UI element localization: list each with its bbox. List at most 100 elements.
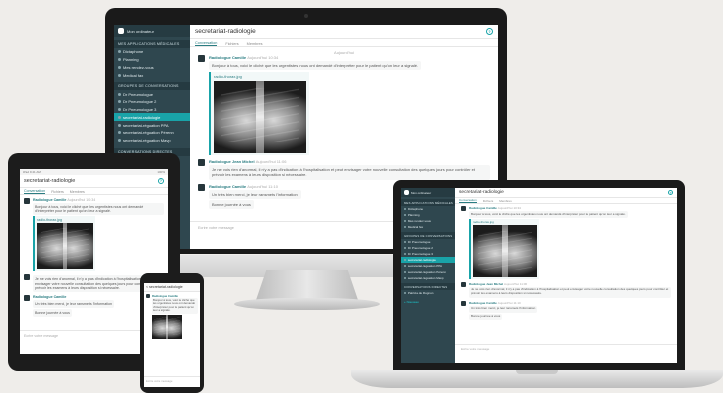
message: Radiologue Camille Aujourd'hui 10:34 Bon… xyxy=(198,55,490,156)
sidebar-item-active[interactable]: secretariat-radiologie xyxy=(114,113,190,122)
message-time: Aujourd'hui 10:34 xyxy=(497,206,521,210)
sidebar-item[interactable]: Medical fax xyxy=(114,71,190,79)
message: Radiologue Jean Michel Aujourd'hui 11:06… xyxy=(461,281,671,298)
channel-title: secretariat-radiologie xyxy=(24,178,76,184)
message-author[interactable]: Radiologue Jean Michel xyxy=(209,159,255,164)
tab-members[interactable]: Membres xyxy=(247,42,263,46)
message-author[interactable]: Radiologue Camille xyxy=(33,295,66,299)
hash-icon xyxy=(118,115,121,119)
message-author[interactable]: Radiologue Camille xyxy=(469,206,497,210)
attachment-filename[interactable]: radio-thorax.jpg xyxy=(37,218,93,222)
sidebar-item[interactable]: Dr Pneumologue xyxy=(114,90,190,98)
camera-dot xyxy=(304,14,308,18)
message: Radiologue Camille Aujourd'hui 11:10 Un … xyxy=(461,300,671,321)
main-panel: secretariat-radiologie ? Conversation Fi… xyxy=(455,188,677,363)
attachment-card[interactable]: radio-thorax.jpg xyxy=(469,218,539,279)
message-text: Un très bien merci, je leur ransmets l'i… xyxy=(33,300,114,309)
message-text: Bonjour à tous, voici le cliché que les … xyxy=(33,203,164,216)
tab-files[interactable]: Fichiers xyxy=(225,42,238,46)
message-composer[interactable]: Ecrire votre message xyxy=(455,344,677,353)
user-status-icon xyxy=(404,291,407,295)
sidebar-item[interactable]: Dictaphone xyxy=(114,48,190,56)
sidebar-section-title: Mes applications médicales xyxy=(114,40,190,48)
chest-xray-image[interactable] xyxy=(152,314,182,339)
sidebar-item[interactable]: secretariat-réguation Mavp xyxy=(114,137,190,145)
hash-icon xyxy=(404,252,407,256)
tab-conversation[interactable]: Conversation xyxy=(459,198,477,203)
sidebar-logo-text: Mon ordinateur xyxy=(127,28,154,34)
sidebar-item[interactable]: secretariat-réguation Pérenn xyxy=(114,129,190,137)
message-text: Bonne journée à vous xyxy=(469,313,503,321)
attachment-filename[interactable]: radio-thorax.jpg xyxy=(473,220,537,224)
hash-icon xyxy=(118,108,121,112)
tab-conversation[interactable]: Conversation xyxy=(24,189,46,194)
message-author[interactable]: Radiologue Jean Michel xyxy=(469,282,503,286)
sidebar-section-title: Groupes de conversations xyxy=(401,232,455,239)
status-right: 100% xyxy=(157,170,165,174)
sidebar-logo-text: Mon ordinateur xyxy=(411,190,432,195)
message-time: Aujourd'hui 11:10 xyxy=(247,183,278,189)
tab-members[interactable]: Membres xyxy=(499,199,512,203)
monitor-foot xyxy=(234,298,380,310)
chest-xray-image[interactable] xyxy=(37,223,93,270)
tab-files[interactable]: Fichiers xyxy=(483,199,494,203)
hash-icon xyxy=(118,139,121,143)
sidebar-item[interactable]: Dr Pneumologue 2 xyxy=(114,98,190,106)
sidebar-item[interactable]: Planning xyxy=(114,56,190,64)
sidebar-header[interactable]: Mon ordinateur xyxy=(401,188,455,197)
chest-xray-image[interactable] xyxy=(473,225,537,278)
monitor-stand xyxy=(256,270,358,300)
tab-members[interactable]: Membres xyxy=(70,190,85,194)
message-author[interactable]: Radiologue Camille xyxy=(33,198,66,202)
message-composer[interactable]: Ecrire votre message xyxy=(144,376,200,385)
message-time: Aujourd'hui 11:06 xyxy=(255,159,287,165)
new-conversation-button[interactable]: + Nouveau xyxy=(401,299,455,305)
message-text: Je ne vois rien d'anormal, il n'y a pas … xyxy=(469,286,671,298)
app-icon xyxy=(118,65,121,69)
tab-files[interactable]: Fichiers xyxy=(51,190,64,194)
avatar xyxy=(461,206,466,211)
help-icon[interactable]: ? xyxy=(668,190,673,195)
hash-icon xyxy=(404,240,407,244)
message: Radiologue Camille Bonjour à tous, voici… xyxy=(146,294,198,339)
avatar xyxy=(461,300,466,306)
help-icon[interactable]: ? xyxy=(486,28,493,35)
channel-header: secretariat-radiologie ? xyxy=(20,175,168,188)
sidebar-header[interactable]: Mon ordinateur xyxy=(114,25,190,37)
message-time: Aujourd'hui 11:06 xyxy=(504,281,528,286)
message-author[interactable]: Radiologue Camille xyxy=(469,301,497,305)
attachment-card[interactable]: radio-thorax.jpg xyxy=(33,216,95,272)
hash-icon xyxy=(404,270,407,274)
chest-xray-image[interactable] xyxy=(214,81,306,154)
hash-icon xyxy=(118,100,121,104)
message-text: Je ne vois rien d'anormal, il n'y a pas … xyxy=(209,165,490,180)
hash-icon xyxy=(118,92,121,96)
sidebar-item[interactable]: Mes rendez-vous xyxy=(114,64,190,72)
message-text: Bonjour à tous, voici le cliché que les … xyxy=(469,211,628,218)
sidebar-item[interactable]: secretariat-réguation Mavp xyxy=(401,275,455,281)
message: Radiologue Camille Aujourd'hui 10:34 Bon… xyxy=(24,198,164,272)
hash-icon xyxy=(404,276,407,280)
main-panel: < secretariat-radiologie Radiologue Cami… xyxy=(144,283,200,387)
app-logo-icon xyxy=(118,28,124,34)
attachment-filename[interactable]: radio-thorax.jpg xyxy=(214,74,306,79)
channel-header: secretariat-radiologie ? xyxy=(190,25,498,39)
sidebar-item[interactable]: Dr Pneumologue 3 xyxy=(114,106,190,114)
back-and-channel-title[interactable]: < secretariat-radiologie xyxy=(146,285,183,289)
sidebar-item[interactable]: Medical fax xyxy=(401,224,455,230)
tab-conversation[interactable]: Conversation xyxy=(195,41,218,46)
attachment-card[interactable]: radio-thorax.jpg xyxy=(209,72,309,156)
message-author[interactable]: Radiologue Camille xyxy=(209,184,246,189)
compose-placeholder: Ecrire votre message xyxy=(24,333,58,338)
sidebar-item[interactable]: Patricia de Rognon xyxy=(401,290,455,296)
message-author[interactable]: Radiologue Camille xyxy=(209,55,246,60)
status-left: iPad 9:41 AM xyxy=(23,170,41,174)
message-text: Bonjour à tous, voici le cliché que les … xyxy=(209,61,422,71)
help-icon[interactable]: ? xyxy=(158,178,164,184)
avatar xyxy=(198,55,205,62)
avatar xyxy=(198,183,205,191)
channel-header[interactable]: < secretariat-radiologie xyxy=(144,283,200,292)
message-text: Bonne journée à vous xyxy=(209,199,254,209)
sidebar-item[interactable]: secretariat-réguation PPA xyxy=(114,121,190,129)
compose-placeholder: Ecrire votre message xyxy=(146,379,173,383)
